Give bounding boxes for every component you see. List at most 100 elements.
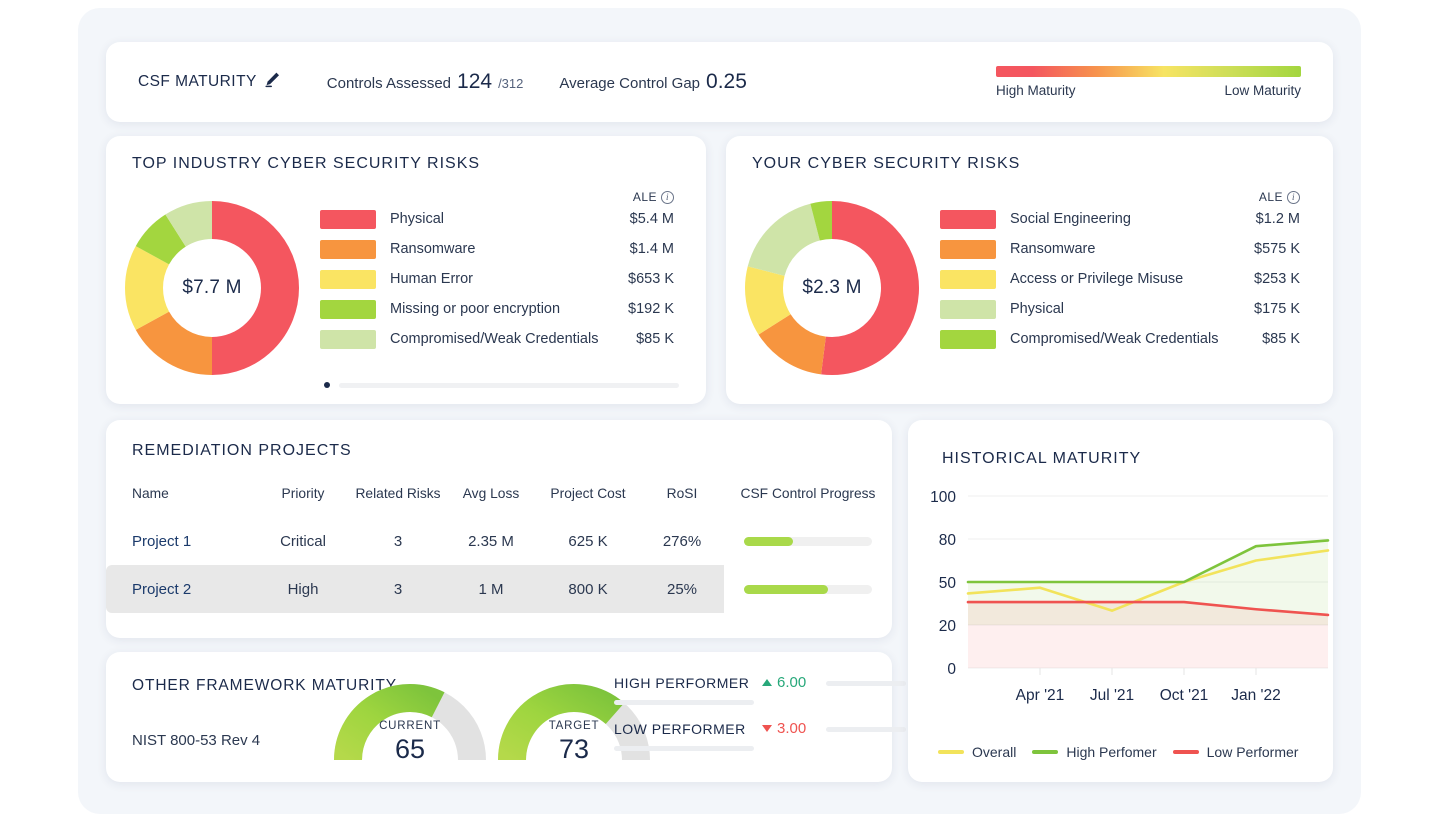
table-column-header[interactable]: Project Cost [536,478,640,517]
chart-legend-label: High Perfomer [1066,744,1157,760]
legend-item[interactable]: Ransomware $575 K [940,234,1300,264]
other-framework-maturity-card: OTHER FRAMEWORK MATURITY NIST 800-53 Rev… [106,652,906,782]
chart-legend-swatch [1032,750,1059,754]
low-performer-bar [826,727,906,732]
chart-legend-label: Overall [972,744,1017,760]
legend-item-value: $253 K [1254,271,1300,287]
table-column-header[interactable]: Name [106,478,256,517]
dashboard-container: CSF MATURITY Controls Assessed 124 /312 … [78,8,1361,814]
controls-assessed-label: Controls Assessed [326,75,452,92]
framework-subtitle: NIST 800-53 Rev 4 [132,732,261,749]
pencil-icon[interactable] [264,71,281,93]
svg-text:Jan '22: Jan '22 [1231,687,1281,704]
legend-item[interactable]: Ransomware $1.4 M [320,234,674,264]
legend-color-swatch [320,329,376,349]
carousel-dot[interactable] [324,382,330,388]
ale-header-industry: ALE i [320,190,674,204]
svg-text:Oct '21: Oct '21 [1160,687,1209,704]
table-column-header[interactable]: CSF Control Progress [724,478,892,517]
chart-legend-item[interactable]: Overall [938,744,1016,760]
legend-item[interactable]: Physical $175 K [940,294,1300,324]
maturity-gradient-legend: High Maturity Low Maturity [996,66,1301,98]
project-name-link[interactable]: Project 2 [106,565,256,613]
high-performer-value-group: 6.00 [762,674,806,691]
legend-item-value: $1.2 M [1255,211,1300,227]
historical-maturity-card: HISTORICAL MATURITY 100 80 50 20 0 Apr '21 Jul… [908,420,1333,782]
svg-text:20: 20 [939,618,957,635]
performer-comparison: HIGH PERFORMER 6.00 LOW PERFORMER 3.00 [614,670,906,762]
svg-text:Apr '21: Apr '21 [1016,687,1065,704]
legend-color-swatch [320,269,376,289]
legend-color-swatch [320,299,376,319]
table-cell: 276% [662,532,702,550]
gauge-current: CURRENT 65 [324,668,496,768]
top-industry-risks-title: TOP INDUSTRY CYBER SECURITY RISKS [132,155,481,172]
table-cell: Critical [280,532,326,550]
high-performer-row: HIGH PERFORMER 6.00 [614,670,906,716]
historical-maturity-chart: 100 80 50 20 0 Apr '21 Jul '21 Oct '21 Jan '22 [908,478,1333,718]
legend-item-value: $575 K [1254,241,1300,257]
legend-item[interactable]: Physical $5.4 M [320,204,674,234]
info-icon[interactable]: i [1287,190,1300,204]
table-row[interactable]: Project 2 High 3 1 M 800 K 25% [106,565,892,613]
your-risks-card: YOUR CYBER SECURITY RISKS $2.3 M ALE i S… [726,136,1333,404]
industry-risks-legend: ALE i Physical $5.4 M Ransomware $1.4 M Huma… [320,190,674,354]
industry-risks-donut-chart: $7.7 M [124,200,300,376]
info-icon[interactable]: i [661,190,674,204]
controls-assessed-total: /312 [498,76,524,91]
legend-item-label: Human Error [390,271,473,287]
low-performer-value: 3.00 [777,720,807,737]
historical-maturity-title: HISTORICAL MATURITY [942,450,1142,467]
your-risks-donut-chart: $2.3 M [744,200,920,376]
legend-item[interactable]: Access or Privilege Misuse $253 K [940,264,1300,294]
legend-item-label: Access or Privilege Misuse [1010,271,1184,287]
csf-control-progress-bar [724,517,892,565]
ale-label-industry: ALE [632,190,657,204]
table-column-header[interactable]: Priority [256,478,350,517]
table-column-header[interactable]: RoSI [640,478,724,517]
gauge-current-caption: CURRENT [379,720,441,732]
average-control-gap-label: Average Control Gap [559,75,701,92]
csf-maturity-header-card: CSF MATURITY Controls Assessed 124 /312 … [106,42,1333,122]
carousel-scrollbar[interactable] [339,382,679,388]
legend-item[interactable]: Compromised/Weak Credentials $85 K [940,324,1300,354]
legend-item[interactable]: Social Engineering $1.2 M [940,204,1300,234]
legend-item[interactable]: Missing or poor encryption $192 K [320,294,674,324]
chart-legend-label: Low Performer [1206,744,1299,760]
legend-item-value: $1.4 M [629,241,674,257]
controls-assessed-stat: Controls Assessed 124 /312 [327,70,524,94]
low-performer-value-group: 3.00 [762,720,806,737]
legend-item[interactable]: Compromised/Weak Credentials $85 K [320,324,674,354]
project-name-link[interactable]: Project 1 [106,517,256,565]
table-column-header[interactable]: Related Risks [350,478,446,517]
table-cell: 25% [640,565,724,613]
low-performer-row: LOW PERFORMER 3.00 [614,716,906,762]
legend-color-swatch [320,239,376,259]
legend-item-label: Physical [1010,301,1064,317]
maturity-gradient-bar [996,66,1301,77]
legend-color-swatch [940,239,996,259]
legend-item-label: Missing or poor encryption [390,301,561,317]
your-risks-title: YOUR CYBER SECURITY RISKS [752,155,1021,172]
chart-legend-item[interactable]: High Perfomer [1032,744,1157,760]
legend-color-swatch [940,299,996,319]
remediation-projects-table: Name Priority Related Risks Avg Loss Project… [106,478,892,613]
legend-color-swatch [940,329,996,349]
high-performer-underline [614,700,754,705]
low-performer-underline [614,746,754,751]
table-column-header[interactable]: Avg Loss [446,478,536,517]
ale-header-your: ALE i [940,190,1300,204]
industry-risks-carousel[interactable] [324,382,679,388]
chart-legend-item[interactable]: Low Performer [1172,744,1299,760]
legend-item-value: $192 K [628,301,674,317]
your-risks-legend: ALE i Social Engineering $1.2 M Ransomware… [940,190,1300,354]
controls-assessed-value: 124 [457,70,493,93]
table-row[interactable]: Project 1 Critical 3 2.35 M 625 K 276% [106,517,892,565]
legend-item-label: Ransomware [390,241,476,257]
legend-item[interactable]: Human Error $653 K [320,264,674,294]
legend-item-value: $85 K [636,331,674,347]
table-cell: 3 [393,532,403,550]
gauge-current-value: 65 [394,734,426,764]
svg-text:Jul '21: Jul '21 [1090,687,1134,704]
high-performer-label: HIGH PERFORMER [614,675,750,691]
